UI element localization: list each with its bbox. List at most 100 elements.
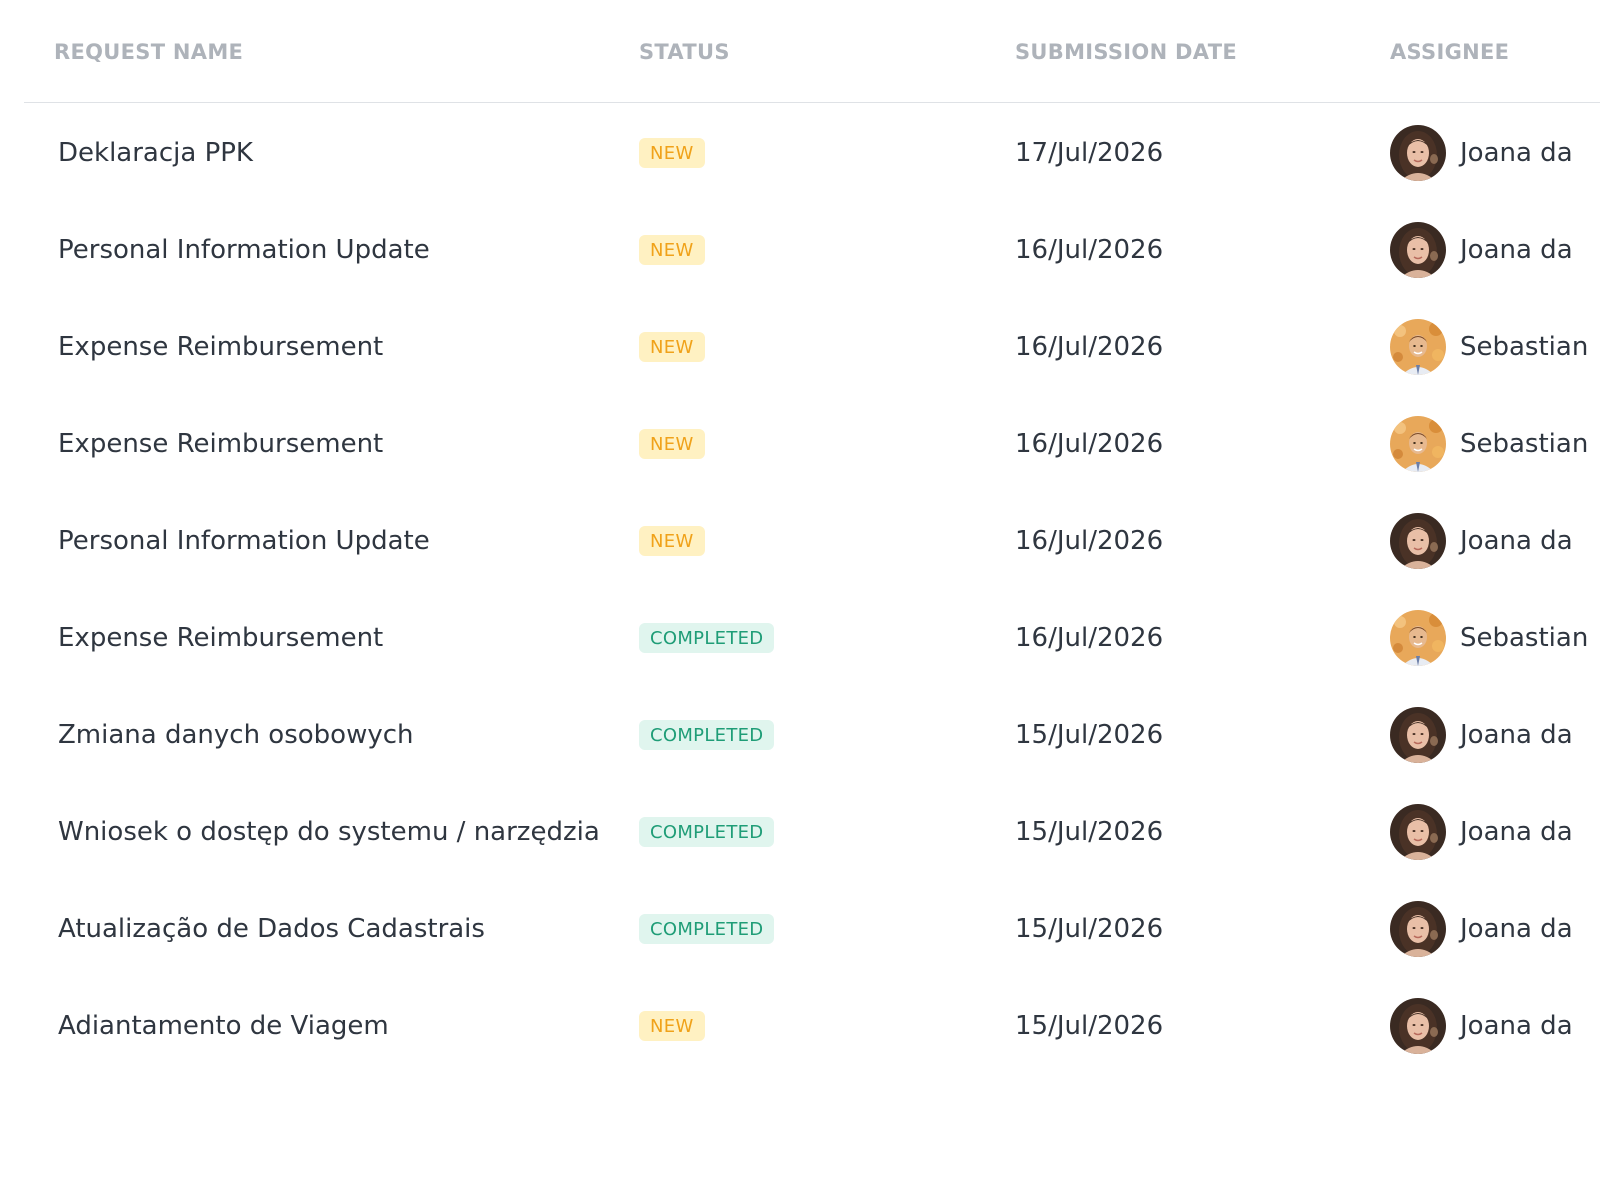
status-cell: NEW [639,976,705,1076]
submission-date: 16/Jul/2026 [1015,429,1164,459]
sebastian-avatar-image [1390,319,1446,375]
sebastian-avatar-image [1390,416,1446,472]
submission-date: 16/Jul/2026 [1015,526,1164,556]
submission-date-cell: 15/Jul/2026 [1015,879,1163,979]
request-name-cell: Adiantamento de Viagem [58,976,389,1076]
assignee-cell: Joana da [1390,685,1573,785]
request-name-cell: Expense Reimbursement [58,588,383,688]
assignee-name: Joana da [1460,1011,1573,1041]
table-row[interactable]: Atualização de Dados Cadastrais COMPLETE… [24,879,1600,976]
request-name[interactable]: Atualização de Dados Cadastrais [58,914,485,944]
status-badge-completed: COMPLETED [639,817,775,847]
submission-date: 15/Jul/2026 [1015,1011,1164,1041]
submission-date-cell: 16/Jul/2026 [1015,588,1163,688]
column-header-status[interactable]: STATUS [639,40,730,64]
request-name-cell: Expense Reimbursement [58,297,383,397]
avatar-joana [1390,998,1446,1054]
assignee-cell: Sebastian [1390,297,1588,397]
status-cell: COMPLETED [639,782,775,882]
submission-date: 16/Jul/2026 [1015,623,1164,653]
assignee-name: Joana da [1460,235,1573,265]
table-row[interactable]: Wniosek o dostęp do systemu / narzędzia … [24,782,1600,879]
status-badge-new: NEW [639,138,705,168]
joana-avatar-image [1390,513,1446,569]
submission-date-cell: 16/Jul/2026 [1015,394,1163,494]
table-row[interactable]: Personal Information Update NEW 16/Jul/2… [24,200,1600,297]
assignee-name: Joana da [1460,817,1573,847]
request-name-cell: Zmiana danych osobowych [58,685,414,785]
avatar-joana [1390,804,1446,860]
column-header-assignee[interactable]: ASSIGNEE [1390,40,1509,64]
joana-avatar-image [1390,125,1446,181]
assignee-name: Joana da [1460,720,1573,750]
status-badge-completed: COMPLETED [639,720,775,750]
request-name[interactable]: Personal Information Update [58,235,430,265]
request-name-cell: Personal Information Update [58,491,430,591]
table-header: REQUEST NAME STATUS SUBMISSION DATE ASSI… [24,0,1600,103]
submission-date: 16/Jul/2026 [1015,332,1164,362]
request-name-cell: Personal Information Update [58,200,430,300]
table-row[interactable]: Adiantamento de Viagem NEW 15/Jul/2026 J… [24,976,1600,1073]
table-row[interactable]: Zmiana danych osobowych COMPLETED 15/Jul… [24,685,1600,782]
table-row[interactable]: Expense Reimbursement NEW 16/Jul/2026 Se… [24,394,1600,491]
submission-date: 15/Jul/2026 [1015,817,1164,847]
status-badge-new: NEW [639,332,705,362]
avatar-joana [1390,901,1446,957]
submission-date-cell: 17/Jul/2026 [1015,103,1163,203]
assignee-name: Joana da [1460,526,1573,556]
submission-date: 16/Jul/2026 [1015,235,1164,265]
status-badge-new: NEW [639,235,705,265]
request-name-cell: Deklaracja PPK [58,103,253,203]
joana-avatar-image [1390,901,1446,957]
request-name[interactable]: Personal Information Update [58,526,430,556]
submission-date: 15/Jul/2026 [1015,914,1164,944]
request-name[interactable]: Deklaracja PPK [58,138,253,168]
table-body: Deklaracja PPK NEW 17/Jul/2026 Joana da … [24,103,1600,1073]
request-name[interactable]: Zmiana danych osobowych [58,720,414,750]
request-name[interactable]: Wniosek o dostęp do systemu / narzędzia [58,817,600,847]
request-name-cell: Expense Reimbursement [58,394,383,494]
status-cell: NEW [639,491,705,591]
request-name[interactable]: Expense Reimbursement [58,332,383,362]
status-cell: COMPLETED [639,685,775,785]
joana-avatar-image [1390,707,1446,763]
assignee-cell: Joana da [1390,103,1573,203]
submission-date-cell: 15/Jul/2026 [1015,685,1163,785]
request-name[interactable]: Expense Reimbursement [58,623,383,653]
assignee-name: Sebastian [1460,429,1589,459]
requests-table: REQUEST NAME STATUS SUBMISSION DATE ASSI… [24,0,1600,1073]
status-badge-new: NEW [639,1011,705,1041]
submission-date-cell: 15/Jul/2026 [1015,976,1163,1076]
table-row[interactable]: Deklaracja PPK NEW 17/Jul/2026 Joana da [24,103,1600,200]
column-header-submission-date[interactable]: SUBMISSION DATE [1015,40,1237,64]
assignee-cell: Joana da [1390,879,1573,979]
avatar-sebastian [1390,610,1446,666]
status-cell: COMPLETED [639,588,775,688]
assignee-name: Sebastian [1460,623,1589,653]
status-cell: COMPLETED [639,879,775,979]
submission-date: 17/Jul/2026 [1015,138,1164,168]
request-name-cell: Wniosek o dostęp do systemu / narzędzia [58,782,600,882]
sebastian-avatar-image [1390,610,1446,666]
joana-avatar-image [1390,222,1446,278]
table-row[interactable]: Personal Information Update NEW 16/Jul/2… [24,491,1600,588]
submission-date: 15/Jul/2026 [1015,720,1164,750]
submission-date-cell: 16/Jul/2026 [1015,491,1163,591]
request-name-cell: Atualização de Dados Cadastrais [58,879,485,979]
assignee-name: Joana da [1460,914,1573,944]
assignee-cell: Joana da [1390,200,1573,300]
request-name[interactable]: Adiantamento de Viagem [58,1011,389,1041]
avatar-sebastian [1390,319,1446,375]
assignee-cell: Joana da [1390,491,1573,591]
column-header-request-name[interactable]: REQUEST NAME [54,40,243,64]
request-name[interactable]: Expense Reimbursement [58,429,383,459]
status-cell: NEW [639,394,705,494]
table-row[interactable]: Expense Reimbursement COMPLETED 16/Jul/2… [24,588,1600,685]
status-badge-new: NEW [639,429,705,459]
table-row[interactable]: Expense Reimbursement NEW 16/Jul/2026 Se… [24,297,1600,394]
status-badge-new: NEW [639,526,705,556]
assignee-cell: Sebastian [1390,588,1588,688]
status-cell: NEW [639,297,705,397]
status-badge-completed: COMPLETED [639,914,775,944]
status-badge-completed: COMPLETED [639,623,775,653]
